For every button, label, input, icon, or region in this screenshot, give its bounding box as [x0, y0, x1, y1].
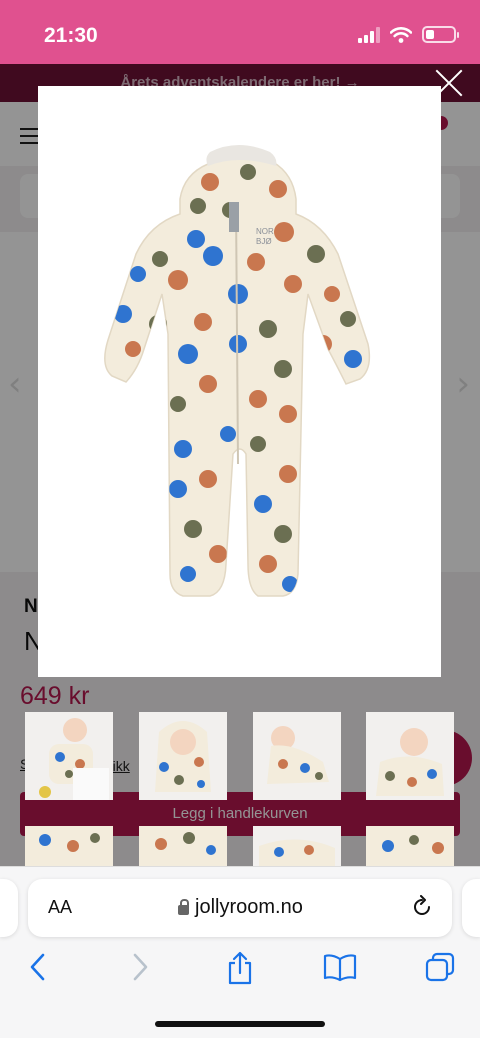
thumbnail-6[interactable]: [139, 826, 227, 866]
reload-icon[interactable]: [410, 895, 434, 919]
battery-level: [426, 30, 434, 39]
next-tab-preview[interactable]: [462, 879, 480, 937]
wifi-icon: [390, 26, 412, 43]
browser-nav-bar: [0, 951, 480, 991]
battery-icon: [422, 26, 459, 43]
image-lightbox: NOR BJØ: [38, 86, 441, 677]
url-text: jollyroom.no: [195, 896, 303, 918]
status-bar: 21:30: [0, 0, 480, 64]
thumbnail-5[interactable]: [25, 826, 113, 866]
thumbnail-4[interactable]: [366, 712, 454, 800]
browser-toolbar: AA jollyroom.no: [0, 866, 480, 1038]
address-bar[interactable]: AA jollyroom.no: [28, 879, 452, 937]
cellular-signal-icon: [358, 26, 380, 43]
tabs-icon[interactable]: [424, 951, 456, 983]
brand-logo-text-2: BJØ: [256, 237, 272, 246]
thumbnail-3[interactable]: [253, 712, 341, 800]
thumbnail-8[interactable]: [366, 826, 454, 866]
forward-icon[interactable]: [128, 951, 152, 983]
back-icon[interactable]: [26, 951, 50, 983]
reader-options-button[interactable]: AA: [48, 897, 72, 918]
url-display[interactable]: jollyroom.no: [178, 896, 303, 919]
product-image: NOR BJØ: [104, 145, 371, 597]
thumbnail-1[interactable]: [25, 712, 113, 800]
brand-logo-text-1: NOR: [256, 227, 274, 236]
bookmarks-icon[interactable]: [322, 951, 358, 983]
lock-icon: [178, 899, 189, 915]
close-icon[interactable]: [428, 64, 468, 104]
home-indicator: [155, 1021, 325, 1027]
thumbnail-7[interactable]: [253, 826, 341, 866]
thumbnail-2[interactable]: [139, 712, 227, 800]
status-icons: [358, 26, 459, 43]
previous-tab-preview[interactable]: [0, 879, 18, 937]
share-icon[interactable]: [225, 951, 255, 985]
status-time: 21:30: [44, 24, 98, 47]
